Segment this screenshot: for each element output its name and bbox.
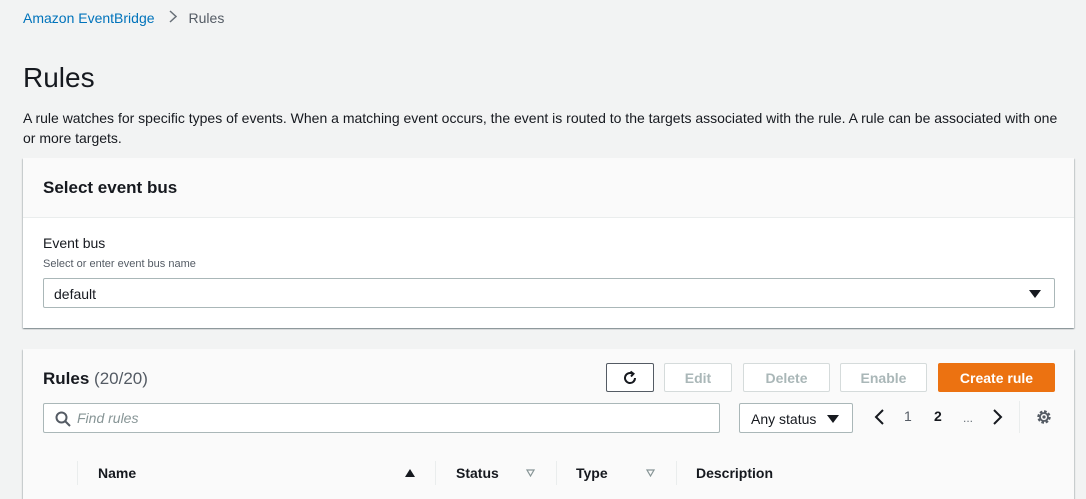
status-filter-select[interactable]: Any status xyxy=(739,403,853,433)
event-bus-description: Select or enter event bus name xyxy=(43,258,196,270)
page-description: A rule watches for specific types of eve… xyxy=(23,110,1058,146)
column-header-name[interactable]: Name xyxy=(98,465,136,481)
chevron-right-icon xyxy=(169,10,177,26)
page-2-link[interactable]: 2 xyxy=(934,408,942,424)
chevron-left-icon[interactable] xyxy=(873,408,887,426)
sort-ascending-icon[interactable] xyxy=(405,469,415,477)
column-divider xyxy=(676,461,677,485)
event-bus-panel: Select event bus Event bus Select or ent… xyxy=(23,158,1074,328)
sort-icon[interactable] xyxy=(526,469,535,477)
event-bus-select[interactable]: default xyxy=(43,278,1055,308)
event-bus-panel-title: Select event bus xyxy=(43,178,178,197)
breadcrumb-eventbridge-link[interactable]: Amazon EventBridge xyxy=(23,10,155,26)
column-header-type[interactable]: Type xyxy=(576,465,608,481)
column-divider xyxy=(77,461,78,485)
sort-icon[interactable] xyxy=(646,469,655,477)
rules-panel-title: Rules (20/20) xyxy=(43,369,148,389)
caret-down-icon xyxy=(827,415,839,423)
rules-title-text: Rules xyxy=(43,369,90,388)
find-rules-input[interactable] xyxy=(77,404,697,432)
find-rules-search[interactable] xyxy=(43,403,720,433)
event-bus-panel-header: Select event bus xyxy=(23,158,1074,218)
status-filter-value: Any status xyxy=(751,411,817,427)
refresh-button[interactable] xyxy=(606,363,654,392)
edit-button[interactable]: Edit xyxy=(664,363,732,392)
divider xyxy=(1019,401,1020,433)
enable-button[interactable]: Enable xyxy=(840,363,927,392)
refresh-icon xyxy=(624,370,637,384)
column-divider xyxy=(435,461,436,485)
column-header-description[interactable]: Description xyxy=(696,465,773,481)
table-header xyxy=(23,449,1074,499)
chevron-right-icon[interactable] xyxy=(990,408,1004,426)
page-title: Rules xyxy=(23,62,95,93)
breadcrumb-current: Rules xyxy=(188,10,225,26)
search-icon xyxy=(55,411,71,427)
page-1-link[interactable]: 1 xyxy=(904,408,912,424)
event-bus-selected-value: default xyxy=(54,286,97,302)
gear-icon[interactable] xyxy=(1035,408,1053,426)
rules-count: (20/20) xyxy=(94,369,148,388)
rules-panel: Rules (20/20) Edit Delete Enable Create … xyxy=(23,349,1074,499)
column-divider xyxy=(556,461,557,485)
create-rule-button[interactable]: Create rule xyxy=(938,363,1055,392)
column-header-status[interactable]: Status xyxy=(456,465,499,481)
event-bus-label: Event bus xyxy=(43,235,106,251)
breadcrumb: Amazon EventBridge Rules xyxy=(23,10,224,26)
pagination-ellipsis: ... xyxy=(963,411,974,425)
delete-button[interactable]: Delete xyxy=(743,363,830,392)
caret-down-icon xyxy=(1029,290,1041,298)
